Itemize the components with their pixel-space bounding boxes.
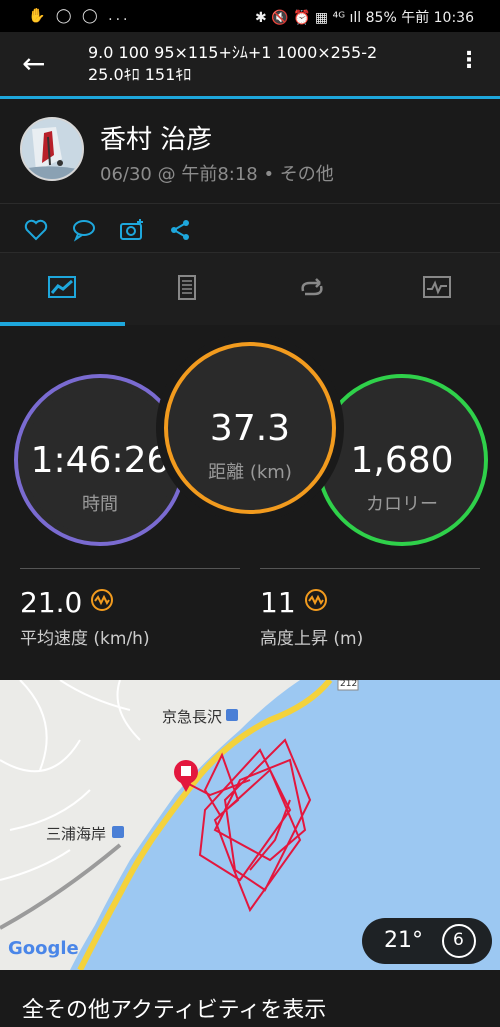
avg-speed-metric: 21.0 平均速度 (km/h)	[20, 568, 240, 649]
calories-value: 1,680	[350, 440, 454, 481]
title-line-2: 25.0ｷﾛ 151ｷﾛ	[88, 65, 192, 84]
distance-value: 37.3	[209, 408, 291, 449]
heartrate-chart-icon	[423, 276, 451, 298]
map-station-label: 京急長沢	[162, 708, 223, 726]
metric-divider	[20, 568, 240, 569]
status-right: ✱ 🔇 ⏰ ▦ ⁴ᴳ ıll 85% 午前 10:36	[255, 7, 474, 27]
status-bar: ✋ ◯ ◯ ... ✱ 🔇 ⏰ ▦ ⁴ᴳ ıll 85% 午前 10:36	[0, 0, 500, 32]
status-left-icons: ✋ ◯ ◯ ...	[28, 8, 131, 24]
athlete-name: 香村 治彦	[100, 125, 213, 155]
elevation-label: 高度上昇 (m)	[260, 629, 364, 649]
comment-icon[interactable]	[70, 216, 98, 244]
google-logo: Google	[8, 938, 79, 959]
view-all-label: 全その他アクティビティを表示	[22, 998, 327, 1023]
share-icon[interactable]	[166, 216, 194, 244]
avatar[interactable]	[20, 117, 84, 181]
calories-label: カロリー	[366, 494, 438, 515]
more-options-icon[interactable]: ⋮	[458, 50, 480, 72]
activity-datetime: 06/30 @ 午前8:18 • その他	[100, 164, 334, 185]
map-station-label: 三浦海岸	[46, 825, 107, 843]
back-arrow-icon[interactable]: ←	[22, 50, 45, 78]
battery-level: 85%	[365, 10, 397, 26]
add-photo-icon[interactable]	[118, 216, 146, 244]
time-value: 1:46:26	[30, 440, 170, 481]
like-heart-icon[interactable]	[22, 216, 50, 244]
detail-tabs	[0, 253, 500, 325]
route-number-label: 212	[340, 680, 358, 689]
avg-speed-label: 平均速度 (km/h)	[20, 629, 150, 649]
time-ring: 1:46:26 時間	[14, 374, 186, 546]
document-icon	[178, 275, 196, 300]
tab-details[interactable]	[125, 253, 250, 325]
tab-charts[interactable]	[375, 253, 500, 325]
wind-direction-icon: 6	[442, 924, 476, 958]
status-icons: ✱ 🔇 ⏰ ▦ ⁴ᴳ ıll	[254, 10, 362, 26]
distance-ring: 37.3 距離 (km)	[164, 342, 336, 514]
elevation-metric: 11 高度上昇 (m)	[260, 568, 480, 649]
wind-speed: 6	[453, 930, 464, 950]
social-actions	[0, 203, 500, 253]
view-all-activities[interactable]: 全その他アクティビティを表示	[0, 970, 500, 1027]
tab-laps[interactable]	[250, 253, 375, 325]
weather-badge[interactable]: 21° 6	[362, 918, 492, 964]
activity-wave-icon	[305, 589, 327, 611]
distance-label: 距離 (km)	[208, 462, 292, 483]
temperature: 21°	[384, 928, 423, 953]
avg-speed-value: 21.0	[20, 586, 83, 619]
metric-divider	[260, 568, 480, 569]
overview-chart-icon	[48, 276, 76, 298]
title-line-1: 9.0 100 95×115+ｼﾑ+1 1000×255-2	[88, 43, 378, 62]
clock: 午前 10:36	[401, 10, 474, 26]
calories-ring: 1,680 カロリー	[316, 374, 488, 546]
elevation-value: 11	[260, 586, 296, 619]
app-bar: ← 9.0 100 95×115+ｼﾑ+1 1000×255-2 25.0ｷﾛ 1…	[0, 32, 500, 98]
route-map[interactable]: 京急長沢 三浦海岸 212 Google 21° 6	[0, 680, 500, 970]
time-label: 時間	[82, 494, 118, 515]
activity-wave-icon	[91, 589, 113, 611]
activity-title: 9.0 100 95×115+ｼﾑ+1 1000×255-2 25.0ｷﾛ 151…	[88, 42, 377, 86]
laps-loop-icon	[301, 278, 323, 296]
activity-header: 香村 治彦 06/30 @ 午前8:18 • その他	[0, 99, 500, 203]
tab-overview[interactable]	[0, 253, 125, 325]
